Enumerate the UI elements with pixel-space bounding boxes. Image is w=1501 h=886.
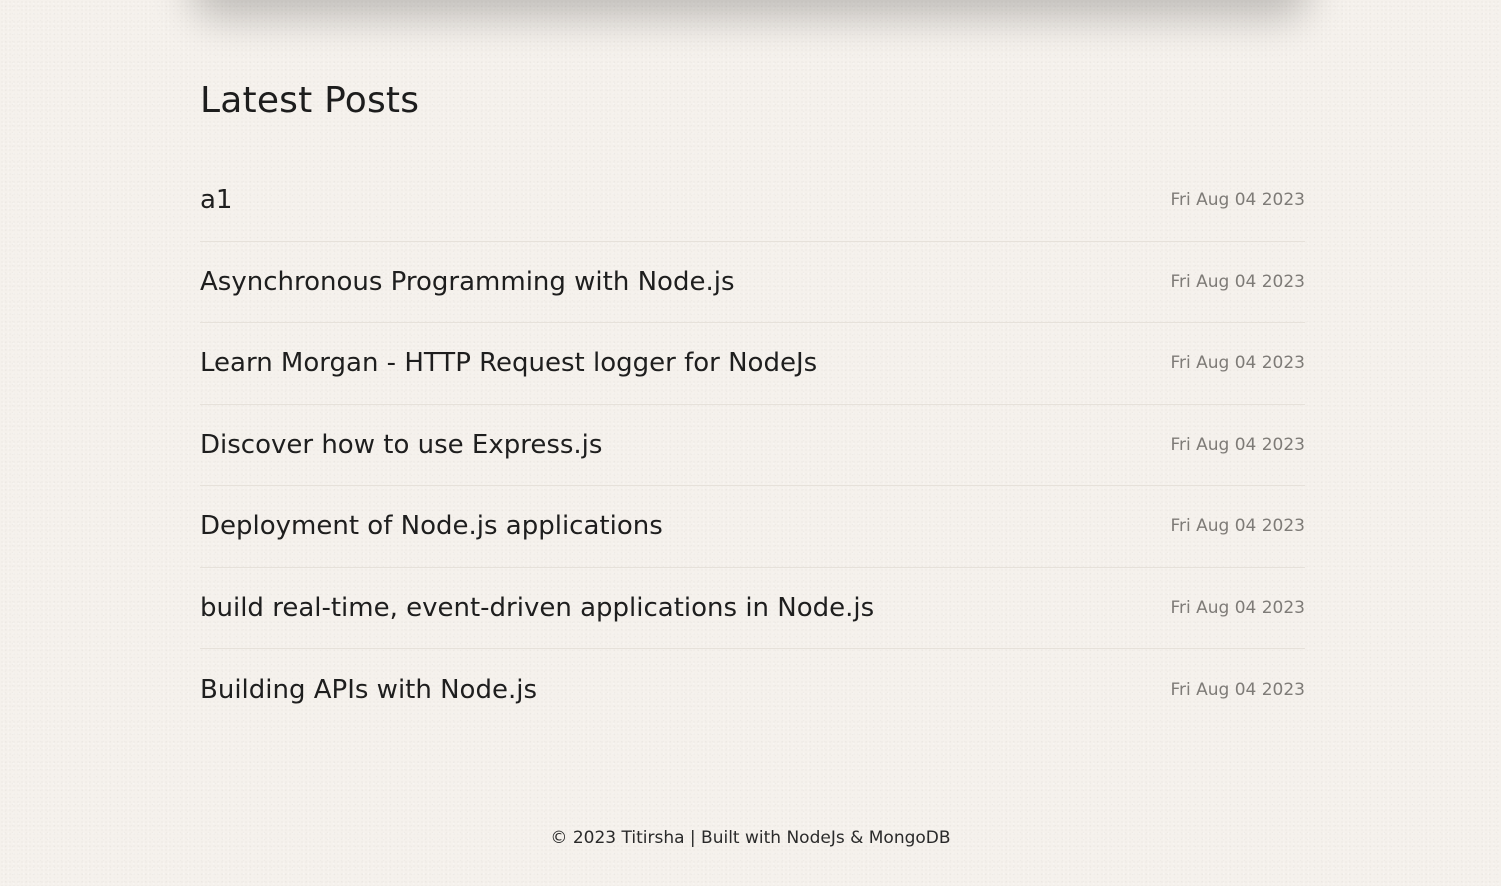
footer: © 2023 Titirsha | Built with NodeJs & Mo… bbox=[0, 826, 1501, 850]
post-date: Fri Aug 04 2023 bbox=[1170, 190, 1305, 211]
posts-list: a1 Fri Aug 04 2023 Asynchronous Programm… bbox=[200, 160, 1305, 731]
post-date: Fri Aug 04 2023 bbox=[1170, 271, 1305, 292]
list-item[interactable]: a1 Fri Aug 04 2023 bbox=[200, 160, 1305, 242]
post-date: Fri Aug 04 2023 bbox=[1170, 353, 1305, 374]
post-title-link[interactable]: Asynchronous Programming with Node.js bbox=[200, 265, 735, 299]
post-title-link[interactable]: Learn Morgan - HTTP Request logger for N… bbox=[200, 346, 817, 380]
list-item[interactable]: Asynchronous Programming with Node.js Fr… bbox=[200, 242, 1305, 323]
post-title-link[interactable]: Discover how to use Express.js bbox=[200, 428, 602, 462]
list-item[interactable]: Building APIs with Node.js Fri Aug 04 20… bbox=[200, 649, 1305, 731]
post-date: Fri Aug 04 2023 bbox=[1170, 434, 1305, 455]
post-date: Fri Aug 04 2023 bbox=[1170, 679, 1305, 700]
list-item[interactable]: Deployment of Node.js applications Fri A… bbox=[200, 486, 1305, 568]
post-date: Fri Aug 04 2023 bbox=[1170, 516, 1305, 537]
footer-text: © 2023 Titirsha | Built with NodeJs & Mo… bbox=[550, 828, 951, 848]
post-title-link[interactable]: Deployment of Node.js applications bbox=[200, 509, 663, 543]
post-date: Fri Aug 04 2023 bbox=[1170, 597, 1305, 618]
post-title-link[interactable]: build real-time, event-driven applicatio… bbox=[200, 591, 874, 625]
post-title-link[interactable]: Building APIs with Node.js bbox=[200, 673, 537, 707]
page-title: Latest Posts bbox=[200, 80, 420, 121]
list-item[interactable]: Learn Morgan - HTTP Request logger for N… bbox=[200, 323, 1305, 405]
list-item[interactable]: Discover how to use Express.js Fri Aug 0… bbox=[200, 405, 1305, 486]
post-title-link[interactable]: a1 bbox=[200, 183, 232, 217]
list-item[interactable]: build real-time, event-driven applicatio… bbox=[200, 568, 1305, 649]
